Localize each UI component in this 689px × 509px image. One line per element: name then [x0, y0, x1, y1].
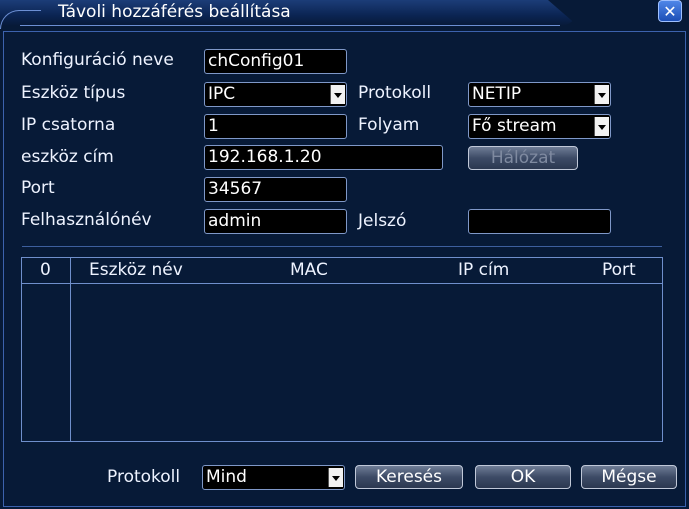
device-address-label: eszköz cím: [21, 147, 114, 167]
protocol-select[interactable]: NETIP: [468, 82, 611, 107]
protocol-label: Protokoll: [358, 83, 432, 103]
footer-protocol-value: Mind: [206, 467, 247, 487]
port-input[interactable]: 34567: [204, 177, 347, 202]
footer-protocol-select[interactable]: Mind: [202, 465, 345, 490]
chevron-down-icon: [594, 85, 609, 104]
stream-value: Fő stream: [472, 116, 557, 136]
column-header-index: 0: [40, 260, 51, 280]
remote-access-dialog: Távoli hozzáférés beállítása ✕ Konfigurá…: [0, 0, 689, 509]
device-type-label: Eszköz típus: [21, 83, 126, 103]
chevron-down-icon: [328, 468, 343, 487]
port-label: Port: [21, 178, 55, 198]
close-icon[interactable]: ✕: [658, 0, 682, 22]
table-header: 0 Eszköz név MAC IP cím Port: [22, 258, 662, 284]
stream-label: Folyam: [358, 115, 420, 135]
title-underline: [20, 25, 560, 26]
column-header-device-name: Eszköz név: [89, 260, 183, 280]
ip-channel-input[interactable]: 1: [204, 114, 347, 139]
column-header-mac: MAC: [290, 260, 328, 280]
password-input[interactable]: [468, 209, 611, 234]
divider: [22, 246, 662, 247]
ip-channel-label: IP csatorna: [21, 115, 116, 135]
protocol-value: NETIP: [472, 84, 522, 104]
network-button[interactable]: Hálózat: [468, 146, 578, 170]
config-name-input[interactable]: chConfig01: [204, 49, 347, 74]
dialog-title: Távoli hozzáférés beállítása: [58, 2, 291, 22]
device-address-input[interactable]: 192.168.1.20: [204, 145, 443, 170]
ok-button[interactable]: OK: [475, 465, 571, 489]
username-label: Felhasználónév: [21, 210, 152, 230]
device-table[interactable]: 0 Eszköz név MAC IP cím Port: [21, 257, 663, 442]
column-header-port: Port: [602, 260, 636, 280]
footer-protocol-label: Protokoll: [107, 467, 181, 487]
device-type-select[interactable]: IPC: [204, 82, 347, 107]
password-label: Jelszó: [358, 211, 407, 231]
column-header-ip: IP cím: [458, 260, 510, 280]
config-name-label: Konfiguráció neve: [21, 50, 174, 70]
column-divider: [70, 258, 71, 441]
cancel-button[interactable]: Mégse: [581, 465, 677, 489]
stream-select[interactable]: Fő stream: [468, 114, 611, 139]
search-button[interactable]: Keresés: [355, 465, 463, 489]
chevron-down-icon: [594, 117, 609, 136]
chevron-down-icon: [330, 85, 345, 104]
device-type-value: IPC: [208, 84, 236, 104]
username-input[interactable]: admin: [204, 209, 347, 234]
